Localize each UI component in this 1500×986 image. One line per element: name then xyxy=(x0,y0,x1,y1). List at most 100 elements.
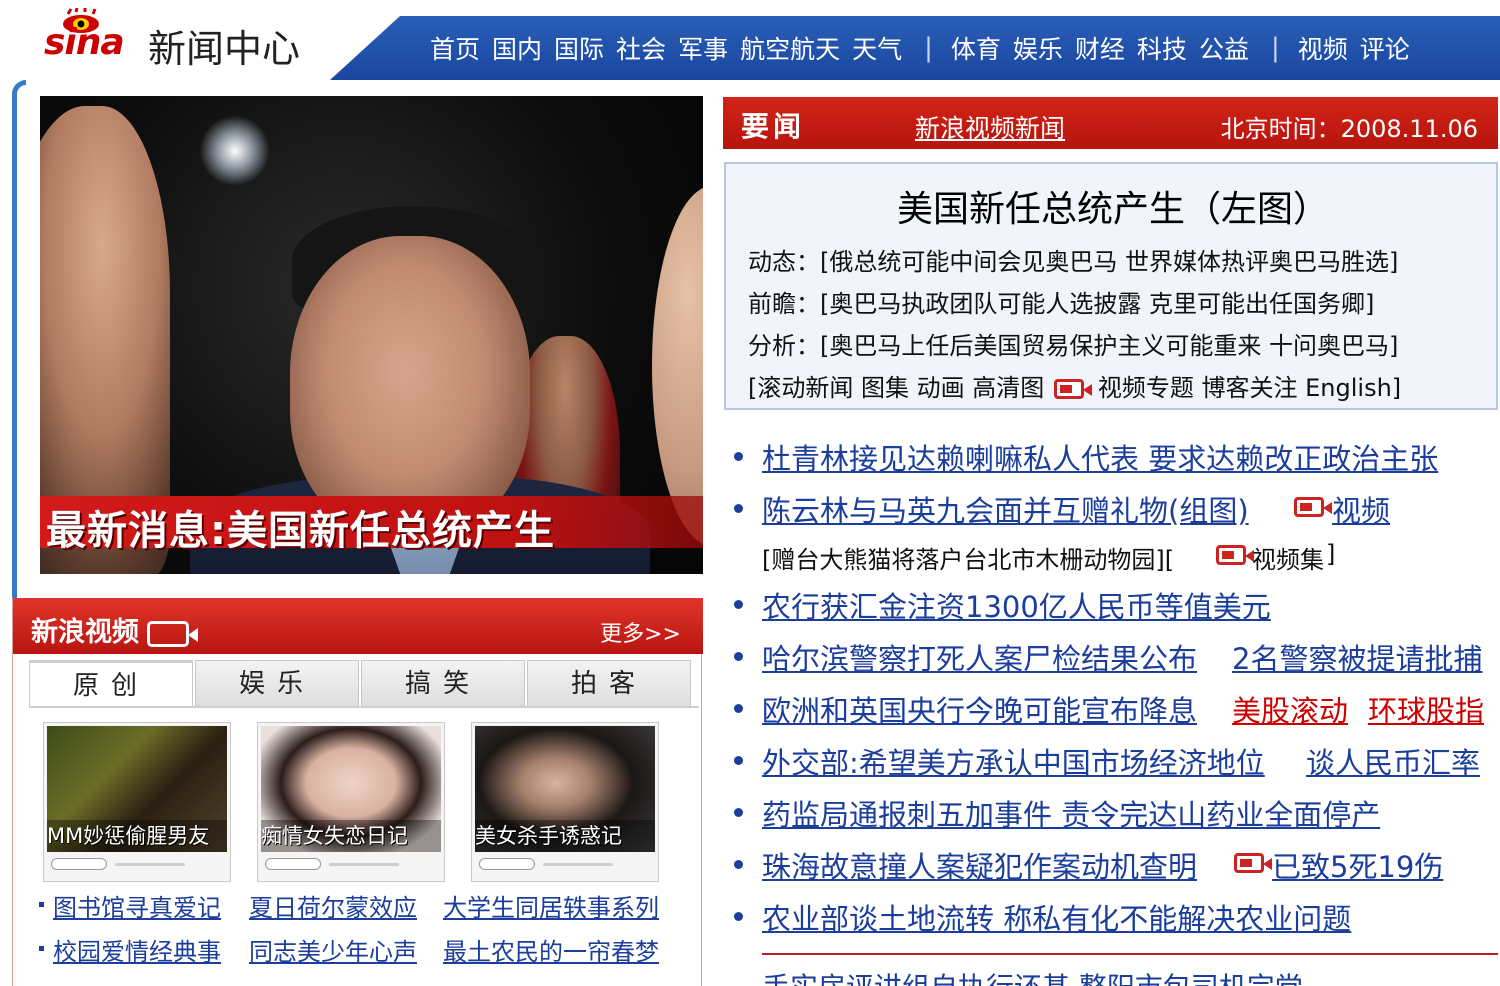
nav-items: 首页 国内 国际 社会 军事 航空航天 天气 | 体育 娱乐 财经 科技 公益 … xyxy=(430,26,1422,70)
video-thumbnails: MM妙惩偷腥男友 痴情女失恋日记 美女杀手诱惑记 xyxy=(43,722,683,882)
play-controls-icon[interactable] xyxy=(51,858,107,870)
news-link[interactable]: 外交部:希望美方承认中国市场经济地位 xyxy=(762,740,1265,782)
news-item: 农行获汇金注资1300亿人民币等值美元 xyxy=(732,584,1498,624)
bullet-icon xyxy=(734,860,743,869)
us-stocks-link[interactable]: 美股滚动 xyxy=(1232,688,1348,730)
news-section-title: 要闻 xyxy=(741,110,806,143)
headline-box: 美国新任总统产生（左图） 动态：[俄总统可能中间会见奥巴马 世界媒体热评奥巴马胜… xyxy=(724,162,1498,410)
bullet-icon xyxy=(734,504,743,513)
left-rail-decoration xyxy=(12,80,26,600)
video-thumb[interactable]: 美女杀手诱惑记 xyxy=(471,722,659,882)
bullet-icon xyxy=(734,452,743,461)
nav-item-international[interactable]: 国际 xyxy=(554,30,604,66)
video-thumb-caption: MM妙惩偷腥男友 xyxy=(47,820,227,852)
news-link[interactable]: 农行获汇金注资1300亿人民币等值美元 xyxy=(762,584,1271,626)
news-video-link[interactable]: 视频 xyxy=(1332,488,1390,530)
news-item: 药监局通报刺五加事件 责令完达山药业全面停产 xyxy=(732,792,1498,832)
video-link[interactable]: 最土农民的一帘春梦 xyxy=(443,932,659,967)
video-camera-icon xyxy=(1216,545,1254,565)
news-sub-bracket: ] xyxy=(1326,540,1336,568)
news-link[interactable]: 药监局通报刺五加事件 责令完达山药业全面停产 xyxy=(762,792,1380,834)
video-camera-icon xyxy=(1234,853,1272,873)
bullet-icon xyxy=(734,704,743,713)
video-thumb-image: 痴情女失恋日记 xyxy=(261,726,441,852)
hero-photo[interactable]: 最新消息:美国新任总统产生 xyxy=(40,96,703,574)
headline-outlook-line[interactable]: 前瞻：[奥巴马执政团队可能人选披露 克里可能出任国务卿] xyxy=(748,284,1374,319)
nav-item-video[interactable]: 视频 xyxy=(1298,30,1348,66)
hero-caption-bar: 最新消息:美国新任总统产生 xyxy=(40,496,703,554)
video-link[interactable]: 夏日荷尔蒙效应 xyxy=(249,888,417,923)
headline-analysis-line[interactable]: 分析：[奥巴马上任后美国贸易保护主义可能重来 十问奥巴马] xyxy=(748,326,1398,361)
news-extra-link[interactable]: 谈人民币汇率 xyxy=(1306,740,1480,782)
progress-slider[interactable] xyxy=(543,863,613,866)
nav-item-sports[interactable]: 体育 xyxy=(951,30,1001,66)
headline-tools-suffix[interactable]: 视频专题 博客关注 English] xyxy=(1098,374,1401,402)
news-divider xyxy=(762,953,1498,955)
news-sub-video[interactable]: 视频集 xyxy=(1252,540,1324,575)
progress-slider[interactable] xyxy=(115,863,185,866)
video-link[interactable]: 校园爱情经典事 xyxy=(53,932,221,967)
news-link[interactable]: 珠海故意撞人案疑犯作案动机查明 xyxy=(762,844,1197,886)
headline-dynamic-line[interactable]: 动态：[俄总统可能中间会见奥巴马 世界媒体热评奥巴马胜选] xyxy=(748,242,1398,277)
nav-item-home[interactable]: 首页 xyxy=(430,30,480,66)
news-link[interactable]: 农业部谈土地流转 称私有化不能解决农业问题 xyxy=(762,896,1351,938)
tab-funny[interactable]: 搞笑 xyxy=(361,660,525,706)
video-thumb[interactable]: MM妙惩偷腥男友 xyxy=(43,722,231,882)
news-item: 杜青林接见达赖喇嘛私人代表 要求达赖改正政治主张 xyxy=(732,436,1498,476)
news-header-bar: 要闻 新浪视频新闻 北京时间：2008.11.06 xyxy=(723,97,1498,149)
video-more-link[interactable]: 更多>> xyxy=(600,616,681,648)
video-thumb-image: 美女杀手诱惑记 xyxy=(475,726,655,852)
tab-paike[interactable]: 拍客 xyxy=(527,660,691,706)
headline-tools-line: [滚动新闻 图集 动画 高清图 视频专题 博客关注 English] xyxy=(748,368,1401,403)
news-link[interactable]: 欧洲和英国央行今晚可能宣布降息 xyxy=(762,688,1197,730)
news-cutoff-line[interactable]: 手实房评讲组自执行还基 整阳市包司机完党 xyxy=(762,966,1303,986)
video-link[interactable]: 大学生同居轶事系列 xyxy=(443,888,659,923)
news-item: 外交部:希望美方承认中国市场经济地位 谈人民币汇率 xyxy=(732,740,1498,780)
headline-title[interactable]: 美国新任总统产生（左图） xyxy=(726,180,1500,232)
video-thumb[interactable]: 痴情女失恋日记 xyxy=(257,722,445,882)
progress-slider[interactable] xyxy=(329,863,399,866)
tabs-divider xyxy=(29,706,699,708)
video-link-list: 图书馆寻真爱记 夏日荷尔蒙效应 大学生同居轶事系列 校园爱情经典事 同志美少年心… xyxy=(39,888,699,976)
news-link[interactable]: 哈尔滨警察打死人案尸检结果公布 xyxy=(762,636,1197,678)
nav-item-tech[interactable]: 科技 xyxy=(1137,30,1187,66)
nav-item-charity[interactable]: 公益 xyxy=(1199,30,1249,66)
video-camera-icon xyxy=(1294,497,1332,517)
video-thumb-image: MM妙惩偷腥男友 xyxy=(47,726,227,852)
nav-item-aerospace[interactable]: 航空航天 xyxy=(740,30,840,66)
nav-item-finance[interactable]: 财经 xyxy=(1075,30,1125,66)
news-link[interactable]: 陈云林与马英九会面并互赠礼物(组图) xyxy=(762,488,1249,530)
play-controls-icon[interactable] xyxy=(479,858,535,870)
play-controls-icon[interactable] xyxy=(265,858,321,870)
news-sub-text[interactable]: [赠台大熊猫将落户台北市木栅动物园][ xyxy=(762,540,1174,575)
sina-logo[interactable]: sina 新闻中心 xyxy=(40,8,340,71)
bullet-icon xyxy=(734,756,743,765)
nav-item-society[interactable]: 社会 xyxy=(616,30,666,66)
global-index-link[interactable]: 环球股指 xyxy=(1368,688,1484,730)
news-extra-link[interactable]: 2名警察被提请批捕 xyxy=(1232,636,1482,678)
headline-tools-prefix[interactable]: [滚动新闻 图集 动画 高清图 xyxy=(748,374,1052,402)
beijing-time: 北京时间：2008.11.06 xyxy=(1220,115,1478,143)
tab-entertainment[interactable]: 娱乐 xyxy=(195,660,359,706)
video-camera-icon xyxy=(147,620,198,647)
video-link[interactable]: 同志美少年心声 xyxy=(249,932,417,967)
news-video-link[interactable]: 已致5死19伤 xyxy=(1272,844,1443,886)
player-controls xyxy=(261,852,441,876)
nav-item-comment[interactable]: 评论 xyxy=(1360,30,1410,66)
sina-video-news-link[interactable]: 新浪视频新闻 xyxy=(915,109,1065,145)
video-camera-icon xyxy=(1053,379,1092,399)
video-tabs: 原创 娱乐 搞笑 拍客 xyxy=(29,660,699,706)
video-link-row: 图书馆寻真爱记 夏日荷尔蒙效应 大学生同居轶事系列 xyxy=(39,888,699,932)
news-sub-item: [赠台大熊猫将落户台北市木栅动物园][ 视频集 ] xyxy=(732,536,1498,576)
photo-face xyxy=(290,236,530,536)
news-item: 珠海故意撞人案疑犯作案动机查明 已致5死19伤 xyxy=(732,844,1498,884)
nav-item-military[interactable]: 军事 xyxy=(678,30,728,66)
video-link[interactable]: 图书馆寻真爱记 xyxy=(53,888,221,923)
nav-item-weather[interactable]: 天气 xyxy=(852,30,902,66)
video-panel-title[interactable]: 新浪视频 xyxy=(31,610,198,649)
nav-item-domestic[interactable]: 国内 xyxy=(492,30,542,66)
nav-item-entertainment[interactable]: 娱乐 xyxy=(1013,30,1063,66)
news-link[interactable]: 杜青林接见达赖喇嘛私人代表 要求达赖改正政治主张 xyxy=(762,436,1438,478)
tab-original[interactable]: 原创 xyxy=(29,660,193,706)
video-thumb-caption: 美女杀手诱惑记 xyxy=(475,820,655,852)
